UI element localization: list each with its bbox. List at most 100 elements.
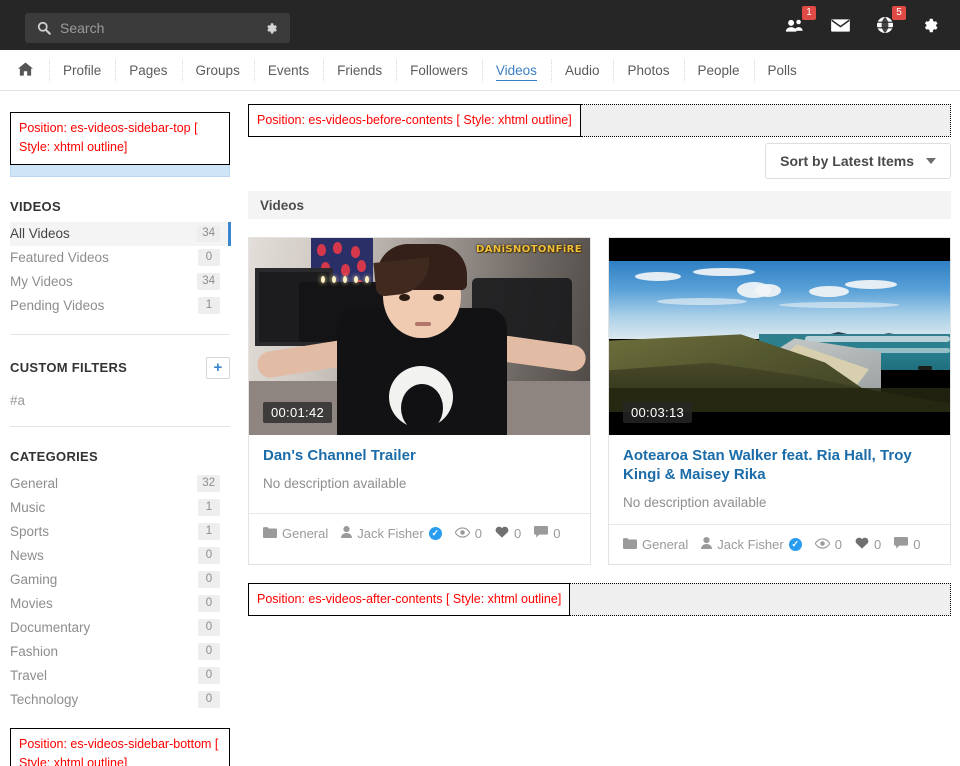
sidebar-item-featured-videos[interactable]: Featured Videos 0 bbox=[10, 246, 230, 270]
sidebar-item-fashion[interactable]: Fashion 0 bbox=[10, 640, 230, 664]
verified-badge-icon: ✓ bbox=[788, 537, 802, 551]
categories-section: Categories General 32 Music 1 Sports 1 N… bbox=[10, 427, 230, 712]
video-thumbnail[interactable]: 00:03:13 bbox=[609, 238, 950, 436]
sidebar-item-travel[interactable]: Travel 0 bbox=[10, 664, 230, 688]
videos-filter-list: All Videos 34 Featured Videos 0 My Video… bbox=[10, 221, 231, 318]
settings-gear-icon[interactable] bbox=[918, 13, 942, 37]
video-views-count: 0 bbox=[474, 526, 482, 542]
video-comments[interactable]: 0 bbox=[894, 536, 921, 552]
search-box[interactable] bbox=[25, 13, 290, 43]
main-content: Position: es-videos-before-contents [ St… bbox=[248, 104, 951, 617]
add-filter-button[interactable]: + bbox=[206, 356, 230, 379]
nav-item-audio[interactable]: Audio bbox=[550, 50, 614, 91]
nav-label: Polls bbox=[767, 62, 797, 78]
sidebar-item-count: 34 bbox=[197, 273, 220, 291]
sidebar-item-music[interactable]: Music 1 bbox=[10, 496, 230, 520]
category-count: 0 bbox=[198, 643, 220, 661]
video-title[interactable]: Aotearoa Stan Walker feat. Ria Hall, Tro… bbox=[623, 447, 936, 485]
video-card-footer: General Jack Fisher ✓ 0 0 0 bbox=[249, 513, 590, 553]
sidebar-item-technology[interactable]: Technology 0 bbox=[10, 688, 230, 712]
sidebar-item-count: 34 bbox=[197, 225, 220, 243]
nav-item-people[interactable]: People bbox=[683, 50, 754, 91]
ad-position-sidebar-top: Position: es-videos-sidebar-top [ Style:… bbox=[10, 112, 230, 165]
category-label: Technology bbox=[10, 692, 79, 708]
chevron-down-icon bbox=[926, 158, 936, 165]
nav-item-photos[interactable]: Photos bbox=[613, 50, 683, 91]
video-duration: 00:03:13 bbox=[623, 402, 693, 424]
video-author[interactable]: Jack Fisher ✓ bbox=[701, 536, 802, 552]
category-count: 0 bbox=[198, 691, 220, 709]
sidebar-item-sports[interactable]: Sports 1 bbox=[10, 520, 230, 544]
sort-dropdown[interactable]: Sort by Latest Items bbox=[765, 143, 951, 180]
video-description: No description available bbox=[263, 476, 407, 492]
top-icon-group: 1 5 bbox=[783, 0, 942, 50]
ad-position-before-contents-fill bbox=[580, 104, 951, 138]
folder-icon bbox=[623, 537, 637, 552]
sidebar-item-label: Pending Videos bbox=[10, 298, 105, 314]
category-count: 0 bbox=[198, 667, 220, 685]
messages-icon[interactable] bbox=[828, 13, 852, 37]
category-count: 32 bbox=[197, 475, 220, 493]
video-author[interactable]: Jack Fisher ✓ bbox=[341, 526, 442, 541]
sidebar-item-pending-videos[interactable]: Pending Videos 1 bbox=[10, 294, 230, 318]
video-comments-count: 0 bbox=[913, 536, 921, 552]
page-root: 1 5 bbox=[0, 0, 960, 766]
sidebar-item-movies[interactable]: Movies 0 bbox=[10, 592, 230, 616]
nav-item-groups[interactable]: Groups bbox=[181, 50, 254, 91]
custom-filters-title-row: Custom Filters + bbox=[10, 335, 230, 387]
nav-label: People bbox=[697, 62, 740, 78]
category-count: 0 bbox=[198, 571, 220, 589]
videos-grid: DANiSNOTONFiRE 00:01:42 Dan's Channel Tr… bbox=[248, 237, 951, 565]
sidebar-item-news[interactable]: News 0 bbox=[10, 544, 230, 568]
category-label: Gaming bbox=[10, 572, 58, 588]
nav-item-profile[interactable]: Profile bbox=[49, 50, 115, 91]
home-icon bbox=[18, 61, 33, 79]
nav-item-pages[interactable]: Pages bbox=[115, 50, 181, 91]
video-comments[interactable]: 0 bbox=[534, 526, 560, 541]
nav-label: Events bbox=[267, 62, 310, 78]
main-nav: Profile Pages Groups Events Friends Foll… bbox=[0, 50, 960, 91]
nav-item-home[interactable] bbox=[0, 50, 49, 91]
category-count: 0 bbox=[198, 619, 220, 637]
nav-item-friends[interactable]: Friends bbox=[323, 50, 396, 91]
sidebar-item-general[interactable]: General 32 bbox=[10, 472, 230, 496]
video-likes[interactable]: 0 bbox=[495, 526, 521, 541]
custom-filter-item[interactable]: #a bbox=[10, 387, 230, 410]
search-icon bbox=[37, 21, 51, 35]
nav-label: Followers bbox=[410, 62, 468, 78]
nav-label: Profile bbox=[63, 62, 102, 78]
video-title[interactable]: Dan's Channel Trailer bbox=[263, 447, 576, 466]
sidebar-top-highlight-bar bbox=[10, 164, 230, 177]
search-settings-gear-icon[interactable] bbox=[265, 22, 278, 35]
top-bar: 1 5 bbox=[0, 0, 960, 50]
video-views-count: 0 bbox=[834, 536, 842, 552]
user-icon bbox=[341, 526, 353, 541]
nav-item-events[interactable]: Events bbox=[253, 50, 323, 91]
video-likes-count: 0 bbox=[873, 536, 882, 552]
video-category[interactable]: General bbox=[263, 526, 328, 541]
sidebar-item-gaming[interactable]: Gaming 0 bbox=[10, 568, 230, 592]
video-thumbnail[interactable]: DANiSNOTONFiRE 00:01:42 bbox=[249, 238, 590, 436]
friends-icon[interactable]: 1 bbox=[783, 6, 816, 37]
categories-title: Categories bbox=[10, 448, 98, 464]
video-description: No description available bbox=[623, 494, 767, 510]
sidebar-item-my-videos[interactable]: My Videos 34 bbox=[10, 270, 230, 294]
video-category[interactable]: General bbox=[623, 537, 688, 552]
nav-item-followers[interactable]: Followers bbox=[396, 50, 482, 91]
nav-item-videos[interactable]: Videos bbox=[481, 50, 551, 91]
video-likes[interactable]: 0 bbox=[855, 537, 881, 552]
nav-item-polls[interactable]: Polls bbox=[753, 50, 811, 91]
sidebar-item-all-videos[interactable]: All Videos 34 bbox=[10, 221, 231, 246]
sidebar-item-documentary[interactable]: Documentary 0 bbox=[10, 616, 230, 640]
category-count: 1 bbox=[198, 523, 220, 541]
sidebar-item-label: All Videos bbox=[10, 226, 70, 242]
category-label: Movies bbox=[10, 596, 53, 612]
video-card[interactable]: 00:03:13 Aotearoa Stan Walker feat. Ria … bbox=[608, 237, 951, 565]
search-input[interactable] bbox=[51, 19, 265, 37]
comment-icon bbox=[534, 526, 549, 541]
sidebar-item-count: 1 bbox=[198, 297, 220, 315]
video-card-footer: General Jack Fisher ✓ 0 0 0 bbox=[609, 523, 950, 564]
video-card[interactable]: DANiSNOTONFiRE 00:01:42 Dan's Channel Tr… bbox=[248, 237, 591, 565]
ad-position-before-contents: Position: es-videos-before-contents [ St… bbox=[248, 104, 581, 138]
notifications-icon[interactable]: 5 bbox=[873, 6, 906, 37]
